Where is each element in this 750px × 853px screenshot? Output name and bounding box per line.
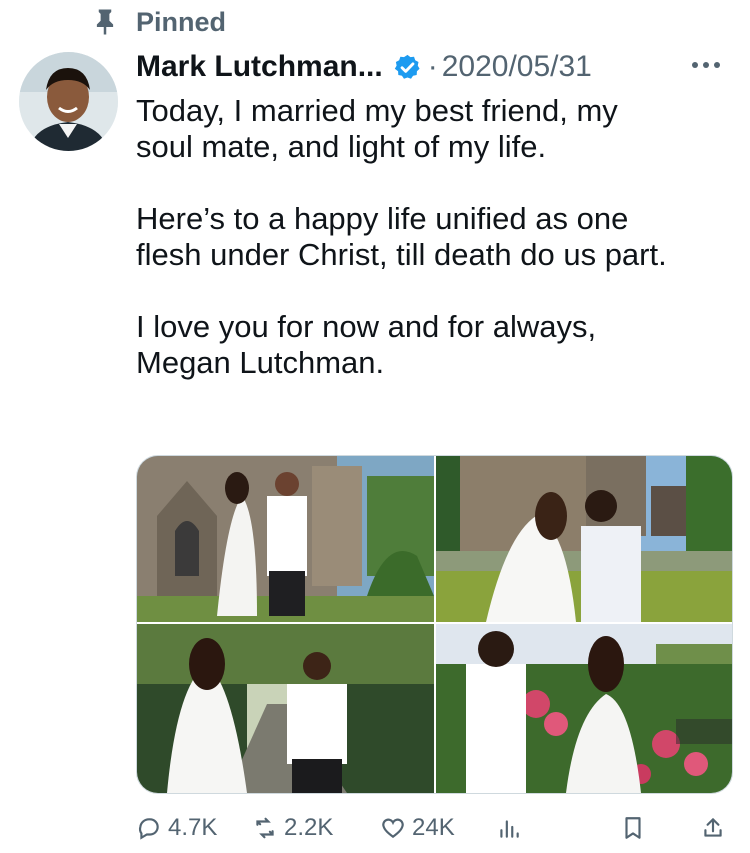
like-icon — [382, 818, 404, 838]
pinned-indicator: Pinned — [90, 4, 226, 40]
post-date[interactable]: 2020/05/31 — [442, 50, 592, 84]
repost-count: 2.2K — [284, 814, 334, 841]
wedding-photo-1[interactable] — [137, 456, 434, 622]
more-icon[interactable] — [690, 60, 722, 70]
share-button[interactable] — [700, 808, 732, 848]
post-text: Today, I married my best friend, my soul… — [136, 93, 736, 381]
wedding-photo-2[interactable] — [436, 456, 732, 622]
wedding-photo-4[interactable] — [436, 624, 732, 793]
post-header: Mark Lutchman... · 2020/05/31 — [136, 46, 736, 88]
reply-button[interactable]: 4.7K — [136, 808, 217, 848]
author-name[interactable]: Mark Lutchman... — [136, 50, 383, 84]
post-paragraph: Here’s to a happy life unified as one fl… — [136, 201, 667, 272]
like-button[interactable]: 24K — [380, 808, 455, 848]
repost-button[interactable]: 2.2K — [252, 808, 333, 848]
bookmark-icon — [625, 817, 641, 839]
media-grid — [136, 455, 733, 794]
post-paragraph: I love you for now and for always, Megan… — [136, 309, 597, 380]
verified-icon — [394, 54, 420, 79]
post-paragraph: Today, I married my best friend, my soul… — [136, 93, 618, 164]
like-count: 24K — [412, 814, 455, 841]
date-separator: · — [427, 50, 438, 83]
avatar[interactable] — [19, 52, 118, 151]
pinned-label: Pinned — [136, 6, 227, 37]
views-icon — [500, 820, 519, 838]
repost-icon — [256, 817, 274, 839]
views-button[interactable] — [496, 808, 528, 848]
pin-icon — [96, 9, 114, 35]
reply-count: 4.7K — [168, 814, 218, 841]
share-icon — [704, 818, 722, 837]
bookmark-button[interactable] — [620, 808, 652, 848]
reply-icon — [138, 818, 159, 840]
action-bar: 4.7K 2.2K 24K — [136, 808, 736, 848]
wedding-photo-3[interactable] — [137, 624, 434, 793]
avatar-image — [19, 52, 118, 151]
